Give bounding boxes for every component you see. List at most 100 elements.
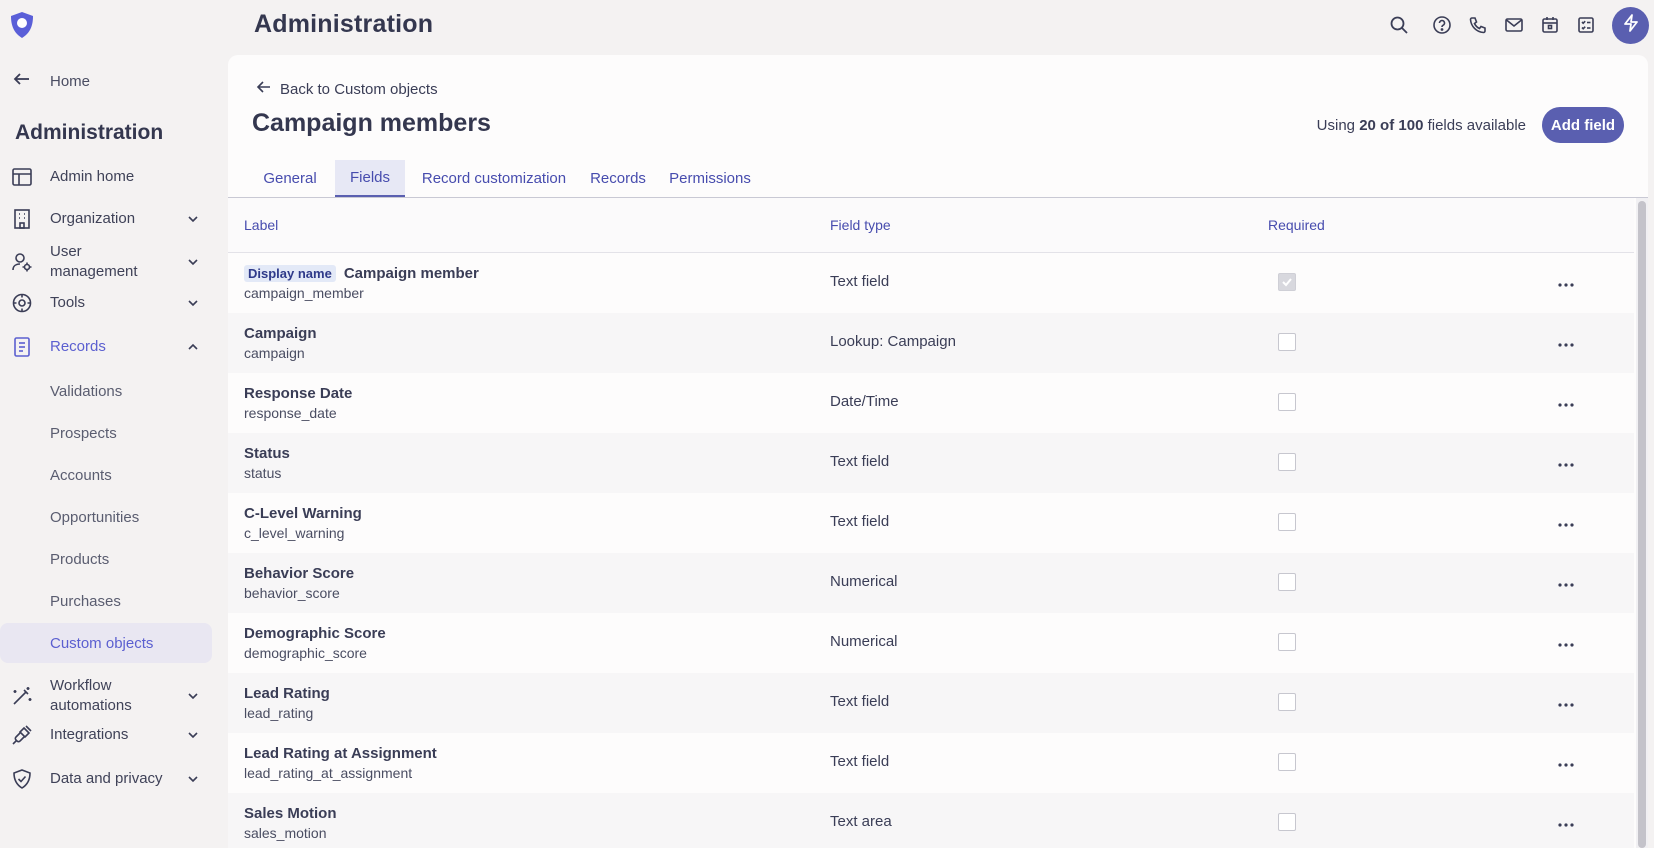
field-label: Sales Motion	[244, 804, 337, 822]
chevron-down-icon	[188, 732, 198, 739]
required-checkbox[interactable]	[1278, 813, 1296, 831]
table-row[interactable]: Behavior Score behavior_score Numerical	[228, 553, 1634, 613]
object-title: Campaign members	[252, 109, 491, 137]
field-label-cell: Lead Rating lead_rating	[244, 683, 330, 723]
add-field-button[interactable]: Add field	[1542, 107, 1624, 143]
field-api-name: demographic_score	[244, 645, 367, 661]
mail-icon[interactable]	[1503, 14, 1525, 36]
sidebar-item-organization[interactable]: Organization	[0, 205, 212, 233]
phone-icon[interactable]	[1467, 14, 1489, 36]
sidebar: Home Administration Admin home Organizat…	[0, 55, 222, 848]
required-checkbox[interactable]	[1278, 633, 1296, 651]
table-row[interactable]: Display name Campaign member campaign_mem…	[228, 253, 1634, 313]
table-row[interactable]: C-Level Warning c_level_warning Text fie…	[228, 493, 1634, 553]
table-row[interactable]: Demographic Score demographic_score Nume…	[228, 613, 1634, 673]
tasks-icon[interactable]	[1575, 14, 1597, 36]
column-header-label[interactable]: Label	[244, 217, 278, 233]
sidebar-item-label: Organization	[50, 210, 136, 227]
required-checkbox[interactable]	[1278, 573, 1296, 591]
field-label-cell: Campaign campaign	[244, 323, 317, 363]
chevron-down-icon	[188, 776, 198, 783]
field-label-cell: Behavior Score behavior_score	[244, 563, 354, 603]
column-header-required[interactable]: Required	[1268, 217, 1325, 233]
table-row[interactable]: Status status Text field	[228, 433, 1634, 493]
more-horizontal-icon	[1558, 694, 1574, 712]
sidebar-item-integrations[interactable]: Integrations	[0, 721, 212, 749]
field-type: Numerical	[830, 633, 898, 650]
field-label: Lead Rating at Assignment	[244, 744, 437, 762]
more-actions-button[interactable]	[1556, 573, 1576, 593]
arrow-left-icon	[256, 79, 272, 100]
required-checkbox[interactable]	[1278, 513, 1296, 531]
home-label: Home	[50, 72, 91, 90]
sidebar-item-admin-home[interactable]: Admin home	[0, 163, 212, 191]
more-actions-button[interactable]	[1556, 393, 1576, 413]
help-icon[interactable]	[1431, 14, 1453, 36]
field-label: Behavior Score	[244, 564, 355, 582]
sidebar-subitem-validations[interactable]: Validations	[0, 371, 212, 411]
chevron-up-icon	[188, 343, 198, 350]
field-type: Text field	[830, 273, 890, 290]
tab-bar: General Fields Record customization Reco…	[228, 160, 1648, 198]
table-row[interactable]: Campaign campaign Lookup: Campaign	[228, 313, 1634, 373]
main-panel: Back to Custom objects Campaign members …	[228, 55, 1648, 848]
field-label: Campaign	[244, 324, 317, 342]
sidebar-item-tools[interactable]: Tools	[0, 289, 212, 317]
more-horizontal-icon	[1558, 634, 1574, 652]
app-logo[interactable]	[8, 11, 36, 39]
more-actions-button[interactable]	[1556, 633, 1576, 653]
chevron-down-icon	[188, 693, 198, 700]
sidebar-item-workflow-automations[interactable]: Workflow automations	[0, 675, 212, 717]
field-label: Campaign member	[343, 264, 479, 282]
required-checkbox[interactable]	[1278, 693, 1296, 711]
column-header-field-type[interactable]: Field type	[830, 217, 891, 233]
tab-fields[interactable]: Fields	[335, 160, 405, 197]
sidebar-item-label: Admin home	[50, 168, 135, 185]
more-actions-button[interactable]	[1556, 513, 1576, 533]
back-link[interactable]: Back to Custom objects	[256, 79, 438, 99]
more-actions-button[interactable]	[1556, 813, 1576, 833]
field-type: Date/Time	[830, 393, 899, 410]
table-row[interactable]: Lead Rating lead_rating Text field	[228, 673, 1634, 733]
more-actions-button[interactable]	[1556, 273, 1576, 293]
tab-record-customization[interactable]: Record customization	[414, 160, 574, 197]
field-api-name: campaign_member	[244, 285, 364, 301]
sidebar-item-records[interactable]: Records	[0, 333, 212, 361]
field-api-name: behavior_score	[244, 585, 340, 601]
sidebar-subitem-products[interactable]: Products	[0, 539, 212, 579]
plug-icon	[11, 724, 33, 746]
required-checkbox[interactable]	[1278, 273, 1296, 291]
required-checkbox[interactable]	[1278, 393, 1296, 411]
tab-permissions[interactable]: Permissions	[662, 160, 758, 197]
sidebar-item-label: Records	[50, 338, 106, 355]
table-row[interactable]: Lead Rating at Assignment lead_rating_at…	[228, 733, 1634, 793]
home-link[interactable]: Home	[12, 69, 90, 93]
sidebar-item-data-and-privacy[interactable]: Data and privacy	[0, 765, 212, 793]
more-actions-button[interactable]	[1556, 333, 1576, 353]
more-actions-button[interactable]	[1556, 453, 1576, 473]
required-checkbox[interactable]	[1278, 333, 1296, 351]
vertical-scrollbar[interactable]	[1636, 198, 1648, 848]
more-horizontal-icon	[1558, 394, 1574, 412]
calendar-icon[interactable]	[1539, 14, 1561, 36]
required-checkbox[interactable]	[1278, 453, 1296, 471]
search-icon[interactable]	[1388, 14, 1410, 36]
more-actions-button[interactable]	[1556, 753, 1576, 773]
tab-records[interactable]: Records	[584, 160, 652, 197]
sidebar-subitem-purchases[interactable]: Purchases	[0, 581, 212, 621]
table-row[interactable]: Response Date response_date Date/Time	[228, 373, 1634, 433]
sidebar-subitem-accounts[interactable]: Accounts	[0, 455, 212, 495]
more-actions-button[interactable]	[1556, 693, 1576, 713]
sidebar-subitem-opportunities[interactable]: Opportunities	[0, 497, 212, 537]
field-label-cell: Lead Rating at Assignment lead_rating_at…	[244, 743, 437, 783]
table-row[interactable]: Sales Motion sales_motion Text area	[228, 793, 1634, 848]
sidebar-item-user-management[interactable]: User management	[0, 241, 212, 283]
tab-general[interactable]: General	[255, 160, 325, 197]
more-horizontal-icon	[1558, 514, 1574, 532]
tools-icon	[11, 292, 33, 314]
required-checkbox[interactable]	[1278, 753, 1296, 771]
sidebar-subitem-prospects[interactable]: Prospects	[0, 413, 212, 453]
scrollbar-thumb[interactable]	[1638, 201, 1646, 848]
sidebar-subitem-custom-objects[interactable]: Custom objects	[0, 623, 212, 663]
bolt-button[interactable]	[1612, 7, 1649, 44]
